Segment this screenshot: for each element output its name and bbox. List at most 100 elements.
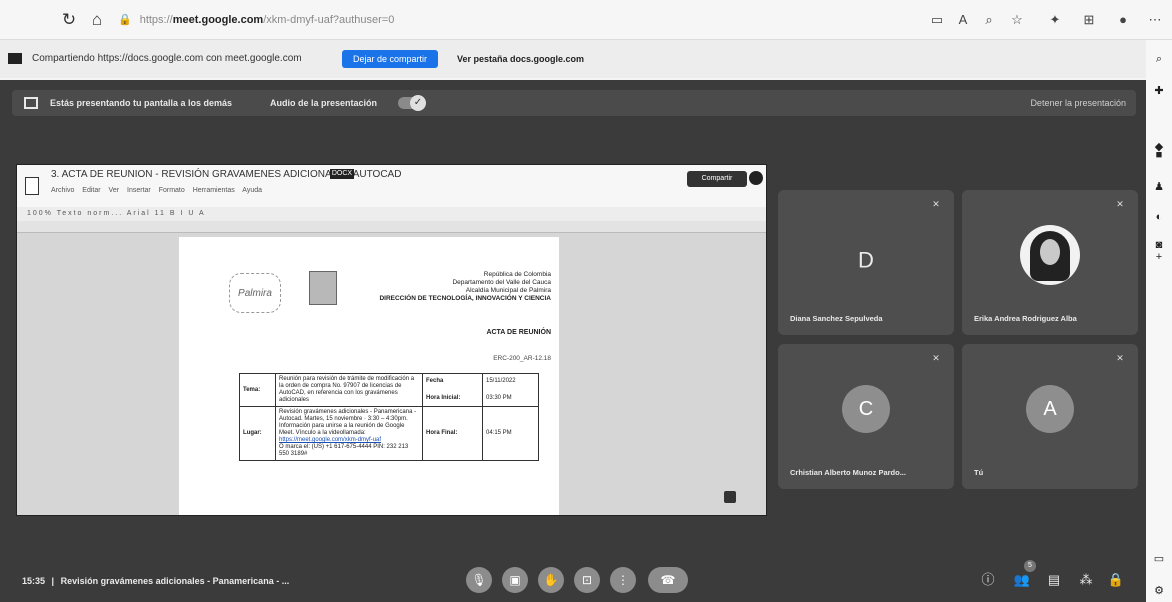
docs-header: 3. ACTA DE REUNION - REVISIÓN GRAVAMENES… (17, 165, 766, 207)
sharing-status-text: Compartiendo https://docs.google.com con… (32, 53, 302, 64)
document-page: Palmira República de Colombia Departamen… (179, 237, 559, 515)
meeting-details-icon[interactable]: ⓘ (978, 570, 998, 590)
participant-tile-crhistian[interactable]: ✕ C Crhistian Alberto Munoz Pardo... (778, 344, 954, 489)
docs-share-button[interactable]: Compartir (687, 171, 747, 187)
menu-editar[interactable]: Editar (82, 187, 100, 194)
url-host: meet.google.com (172, 14, 264, 26)
letterhead-line: República de Colombia (483, 271, 551, 278)
table-cell: Revisión gravámenes adicionales - Paname… (275, 406, 423, 461)
table-cell: Reunión para revisión de trámite de modi… (275, 373, 423, 407)
table-cell: Tema: (239, 373, 276, 407)
menu-herramientas[interactable]: Herramientas (193, 187, 235, 194)
chat-icon[interactable]: ▤ (1044, 570, 1064, 590)
people-icon[interactable]: 👥 (1012, 570, 1032, 590)
more-options-button[interactable]: ⋮ (610, 567, 636, 593)
menu-formato[interactable]: Formato (159, 187, 185, 194)
view-tab-link[interactable]: Ver pestaña docs.google.com (457, 50, 584, 68)
mic-off-icon: ✕ (932, 353, 940, 363)
people-icon[interactable]: ♟ (1152, 180, 1166, 194)
menu-ayuda[interactable]: Ayuda (242, 187, 262, 194)
participant-name: Crhistian Alberto Munoz Pardo... (790, 468, 906, 477)
mic-off-icon: ✕ (932, 199, 940, 209)
collections-icon[interactable]: ⊞ (1080, 11, 1098, 29)
font-size-icon[interactable]: A (954, 11, 972, 29)
participant-initial: D (858, 246, 874, 272)
url-path: /xkm-dmyf-uaf?authuser=0 (263, 14, 395, 26)
menu-insertar[interactable]: Insertar (127, 187, 151, 194)
table-cell: Hora Final: (422, 406, 483, 461)
menu-archivo[interactable]: Archivo (51, 187, 74, 194)
meeting-title: Revisión gravámenes adicionales - Paname… (60, 576, 290, 586)
lugar-text: Revisión gravámenes adicionales - Paname… (279, 409, 417, 436)
meet-link[interactable]: https://meet.google.com/xkm-dmyf-uaf (279, 437, 381, 443)
fecha-label: Fecha (426, 378, 444, 384)
camera-button[interactable]: ▣ (502, 567, 528, 593)
presentation-audio-label: Audio de la presentación (270, 98, 378, 108)
docs-explore-icon[interactable] (724, 491, 736, 503)
participant-name: Tú (974, 468, 984, 477)
fecha-value: 15/11/2022 (486, 378, 516, 384)
check-icon: ✓ (410, 95, 426, 111)
docs-account-avatar[interactable] (749, 171, 763, 185)
office-icon[interactable]: ◐ (1152, 210, 1166, 224)
reload-icon[interactable]: ↻ (58, 9, 80, 31)
host-controls-icon[interactable]: 🔒 (1106, 570, 1126, 590)
participant-name: Erika Andrea Rodriguez Alba (974, 314, 1077, 323)
table-row: Tema: Reunión para revisión de trámite d… (239, 373, 539, 407)
file-type-badge: DOCX (330, 169, 354, 179)
docs-ruler (17, 221, 766, 233)
sidebar-layout-icon[interactable]: ▭ (1152, 552, 1166, 566)
table-cell: Lugar: (239, 406, 276, 461)
meeting-info: 15:35 | Revisión gravámenes adicionales … (22, 576, 289, 586)
microphone-button[interactable]: 🎙 (466, 567, 492, 593)
add-icon[interactable]: + (1152, 250, 1166, 264)
briefcase-icon[interactable]: ■ (1152, 148, 1166, 162)
participant-tile-diana[interactable]: ✕ D Diana Sanchez Sepulveda (778, 190, 954, 335)
stop-sharing-button[interactable]: Dejar de compartir (342, 50, 438, 68)
meeting-separator: | (51, 576, 55, 586)
reader-icon[interactable]: ▭ (928, 11, 946, 29)
table-cell: 15/11/2022 03:30 PM (482, 373, 539, 407)
hora-inicial-value: 03:30 PM (486, 395, 512, 401)
present-screen-icon (24, 97, 38, 109)
favorites-icon[interactable]: ☆ (1008, 11, 1026, 29)
settings-icon[interactable]: ⚙ (1152, 584, 1166, 598)
presentation-audio-toggle[interactable]: ✓ (398, 95, 426, 111)
table-cell: 04:15 PM (482, 406, 539, 461)
participant-avatar: A (1026, 384, 1074, 433)
acta-title: ACTA DE REUNIÓN (486, 329, 551, 336)
shopping-icon[interactable]: ✚ (1152, 84, 1166, 98)
participant-avatar: C (842, 384, 890, 433)
raise-hand-button[interactable]: ✋ (538, 567, 564, 593)
stop-presenting-button[interactable]: Detener la presentación (1030, 90, 1126, 116)
screen-share-icon (8, 53, 22, 64)
participant-tile-erika[interactable]: ✕ Erika Andrea Rodriguez Alba (962, 190, 1138, 335)
lock-icon: 🔒 (118, 14, 132, 26)
meet-main-area: Estás presentando tu pantalla a los demá… (0, 80, 1146, 602)
url-prefix: https:// (139, 14, 173, 26)
mic-off-icon: ✕ (1116, 353, 1124, 363)
zoom-icon[interactable]: ⌕ (980, 11, 998, 29)
address-bar[interactable]: 🔒 https://meet.google.com/xkm-dmyf-uaf?au… (118, 8, 898, 32)
presenting-status-text: Estás presentando tu pantalla a los demá… (50, 98, 233, 108)
participant-tile-self[interactable]: ✕ A Tú (962, 344, 1138, 489)
meeting-time: 15:35 (22, 576, 46, 586)
docs-menu-bar: Archivo Editar Ver Insertar Formato Herr… (51, 187, 262, 194)
leave-call-button[interactable]: ☎ (648, 567, 688, 593)
profile-icon[interactable]: ● (1114, 11, 1132, 29)
activities-icon[interactable]: ⁂ (1076, 570, 1096, 590)
mic-off-icon: ✕ (1116, 199, 1124, 209)
menu-ver[interactable]: Ver (109, 187, 120, 194)
search-icon[interactable]: ⌕ (1152, 52, 1166, 66)
more-menu-icon[interactable]: ⋯ (1146, 11, 1164, 29)
lugar-dial-text: O marca el: (US) +1 617-675-4444 PIN: 23… (279, 444, 409, 457)
browser-sidebar: ⌕ ✚ ◆ ■ ♟ ◐ ◙ + ▭ ⚙ (1146, 40, 1172, 602)
extensions-icon[interactable]: ✦ (1046, 11, 1064, 29)
table-cell: Fecha Hora Inicial: (422, 373, 483, 407)
home-icon[interactable]: ⌂ (86, 9, 108, 31)
table-row: Lugar: Revisión gravámenes adicionales -… (239, 406, 539, 461)
meeting-details-table: Tema: Reunión para revisión de trámite d… (239, 373, 539, 461)
acta-code: ERC-200_AR-12.18 (493, 355, 551, 362)
present-button[interactable]: ⊡ (574, 567, 600, 593)
docs-formatting-toolbar: 100% Texto norm... Arial 11 B I U A (17, 207, 766, 221)
